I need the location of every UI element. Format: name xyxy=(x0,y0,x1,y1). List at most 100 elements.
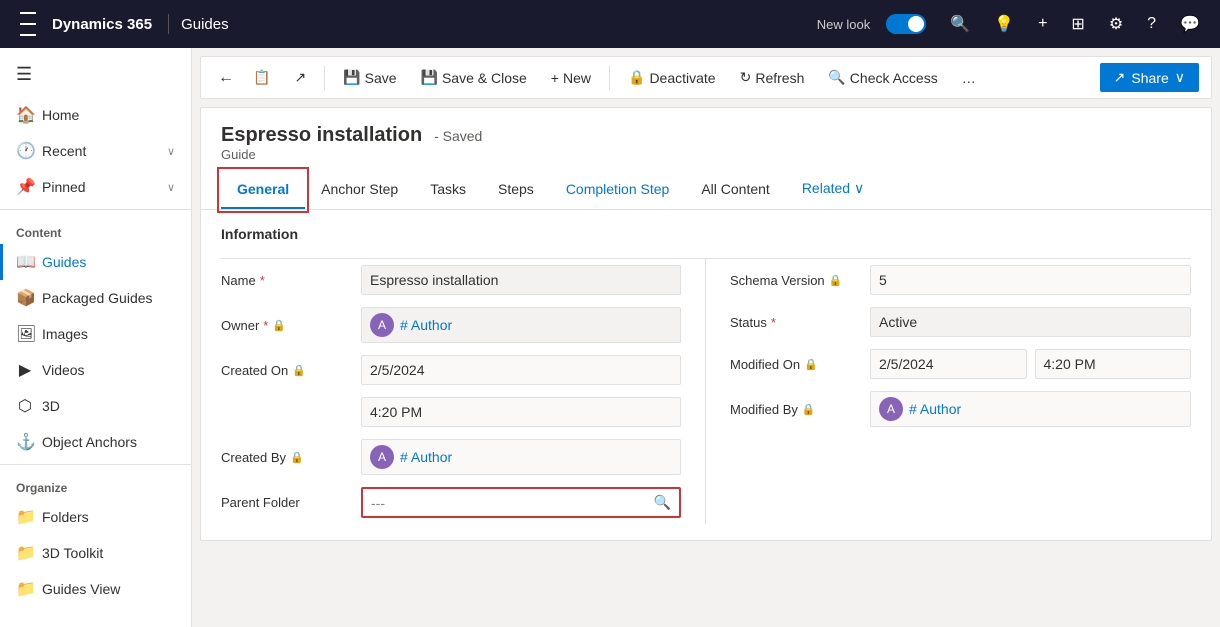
name-field[interactable]: Espresso installation xyxy=(361,265,681,295)
filter-icon[interactable]: ⊞ xyxy=(1063,14,1092,34)
modified-by-row: Modified By 🔒 A # Author xyxy=(730,385,1191,433)
tab-related[interactable]: Related ∨ xyxy=(786,170,880,209)
owner-link[interactable]: # Author xyxy=(400,317,452,333)
deactivate-button[interactable]: 🔒 Deactivate xyxy=(618,64,726,91)
back-button[interactable]: ← xyxy=(213,64,239,92)
videos-icon: ▶ xyxy=(16,360,34,380)
deactivate-label: Deactivate xyxy=(649,70,715,86)
app-grid-button[interactable] xyxy=(12,8,44,40)
more-button[interactable]: … xyxy=(952,65,986,91)
check-access-button[interactable]: 🔍 Check Access xyxy=(818,64,947,91)
save-close-button[interactable]: 💾 Save & Close xyxy=(411,64,537,91)
add-icon[interactable]: + xyxy=(1030,15,1055,33)
sidebar-item-object-anchors[interactable]: ⚓ Object Anchors xyxy=(0,424,191,460)
modified-on-lock-icon: 🔒 xyxy=(804,358,818,371)
search-icon[interactable]: 🔍 xyxy=(942,14,978,34)
new-look-label: New look xyxy=(817,17,870,32)
sidebar-hamburger[interactable]: ☰ xyxy=(0,56,191,93)
expand-icon: ∨ xyxy=(167,181,175,194)
refresh-icon: ↻ xyxy=(740,69,752,86)
sidebar-item-pinned[interactable]: 📌 Pinned ∨ xyxy=(0,169,191,205)
sidebar-item-label: Object Anchors xyxy=(42,434,137,450)
sidebar-item-label: Guides xyxy=(42,254,86,270)
sidebar-item-label: Recent xyxy=(42,143,86,159)
form-section-title: Information xyxy=(221,226,1191,242)
refresh-button[interactable]: ↻ Refresh xyxy=(730,64,815,91)
help-icon[interactable]: ? xyxy=(1139,15,1164,33)
tab-completion-step[interactable]: Completion Step xyxy=(550,171,686,209)
status-row: Status * Active xyxy=(730,301,1191,343)
tab-anchor-step[interactable]: Anchor Step xyxy=(305,171,414,209)
nav-divider xyxy=(168,14,169,34)
new-label: New xyxy=(563,70,591,86)
modified-by-link[interactable]: # Author xyxy=(909,401,961,417)
sidebar-item-label: Pinned xyxy=(42,179,86,195)
record-type: Guide xyxy=(221,147,1191,162)
save-icon: 💾 xyxy=(343,69,360,86)
new-button[interactable]: + New xyxy=(541,65,601,91)
record-title: Espresso installation xyxy=(221,124,422,146)
guides-view-icon: 📁 xyxy=(16,579,34,599)
modified-by-avatar: A xyxy=(879,397,903,421)
schema-version-label: Schema Version 🔒 xyxy=(730,273,870,288)
tabs-bar: General Anchor Step Tasks Steps Completi… xyxy=(201,170,1211,210)
created-by-link[interactable]: # Author xyxy=(400,449,452,465)
sidebar-section-organize: Organize xyxy=(0,469,191,499)
save-close-label: Save & Close xyxy=(442,70,527,86)
share-button[interactable]: ↗ Share ∨ xyxy=(1100,63,1199,92)
idea-icon[interactable]: 💡 xyxy=(986,14,1022,34)
parent-folder-search-icon[interactable]: 🔍 xyxy=(654,494,671,511)
sidebar-item-videos[interactable]: ▶ Videos xyxy=(0,352,191,388)
status-field[interactable]: Active xyxy=(870,307,1191,337)
sidebar-item-guides[interactable]: 📖 Guides xyxy=(0,244,191,280)
created-by-label: Created By 🔒 xyxy=(221,450,361,465)
sidebar-item-guides-view[interactable]: 📁 Guides View xyxy=(0,571,191,607)
cmd-separator-1 xyxy=(324,66,325,90)
sidebar-item-3d[interactable]: ⬡ 3D xyxy=(0,388,191,424)
sidebar-item-3d-toolkit[interactable]: 📁 3D Toolkit xyxy=(0,535,191,571)
save-close-icon: 💾 xyxy=(421,69,438,86)
new-look-toggle[interactable] xyxy=(886,14,926,34)
tab-tasks[interactable]: Tasks xyxy=(414,171,482,209)
sidebar-item-label: Guides View xyxy=(42,581,120,597)
owner-label: Owner * 🔒 xyxy=(221,318,361,333)
guides-icon: 📖 xyxy=(16,252,34,272)
share-label: Share xyxy=(1131,70,1168,86)
form-view-button[interactable]: 📋 xyxy=(243,64,280,91)
packaged-guides-icon: 📦 xyxy=(16,288,34,308)
record-title-row: Espresso installation - Saved xyxy=(221,124,1191,147)
tab-general[interactable]: General xyxy=(221,171,305,209)
parent-folder-field[interactable]: --- 🔍 xyxy=(361,487,681,518)
chat-icon[interactable]: 💬 xyxy=(1172,14,1208,34)
sidebar-item-recent[interactable]: 🕐 Recent ∨ xyxy=(0,133,191,169)
settings-icon[interactable]: ⚙ xyxy=(1101,14,1131,34)
save-button[interactable]: 💾 Save xyxy=(333,64,406,91)
modified-on-time-field: 4:20 PM xyxy=(1035,349,1192,379)
created-on-date-field: 2/5/2024 xyxy=(361,355,681,385)
created-on-time-field: 4:20 PM xyxy=(361,397,681,427)
tab-steps[interactable]: Steps xyxy=(482,171,550,209)
images-icon: 🖼 xyxy=(16,324,34,344)
sidebar-item-label: 3D Toolkit xyxy=(42,545,103,561)
sidebar-item-label: Packaged Guides xyxy=(42,290,153,306)
share-chevron-icon: ∨ xyxy=(1175,69,1185,86)
new-icon: + xyxy=(551,70,559,86)
home-icon: 🏠 xyxy=(16,105,34,125)
created-by-row: Created By 🔒 A # Author xyxy=(221,433,681,481)
sidebar-item-packaged-guides[interactable]: 📦 Packaged Guides xyxy=(0,280,191,316)
sidebar-item-home[interactable]: 🏠 Home xyxy=(0,97,191,133)
recent-icon: 🕐 xyxy=(16,141,34,161)
owner-field[interactable]: A # Author xyxy=(361,307,681,343)
created-by-field: A # Author xyxy=(361,439,681,475)
sidebar-divider-2 xyxy=(0,464,191,465)
parent-folder-placeholder: --- xyxy=(371,495,385,511)
name-required: * xyxy=(260,273,265,288)
tab-all-content[interactable]: All Content xyxy=(685,171,785,209)
sidebar-item-folders[interactable]: 📁 Folders xyxy=(0,499,191,535)
top-nav: Dynamics 365 Guides New look 🔍 💡 + ⊞ ⚙ ?… xyxy=(0,0,1220,48)
check-access-label: Check Access xyxy=(850,70,938,86)
sidebar-item-images[interactable]: 🖼 Images xyxy=(0,316,191,352)
check-access-icon: 🔍 xyxy=(828,69,845,86)
grid-view-button[interactable]: ↗ xyxy=(284,64,316,91)
command-bar: ← 📋 ↗ 💾 Save 💾 Save & Close + New xyxy=(200,56,1212,99)
